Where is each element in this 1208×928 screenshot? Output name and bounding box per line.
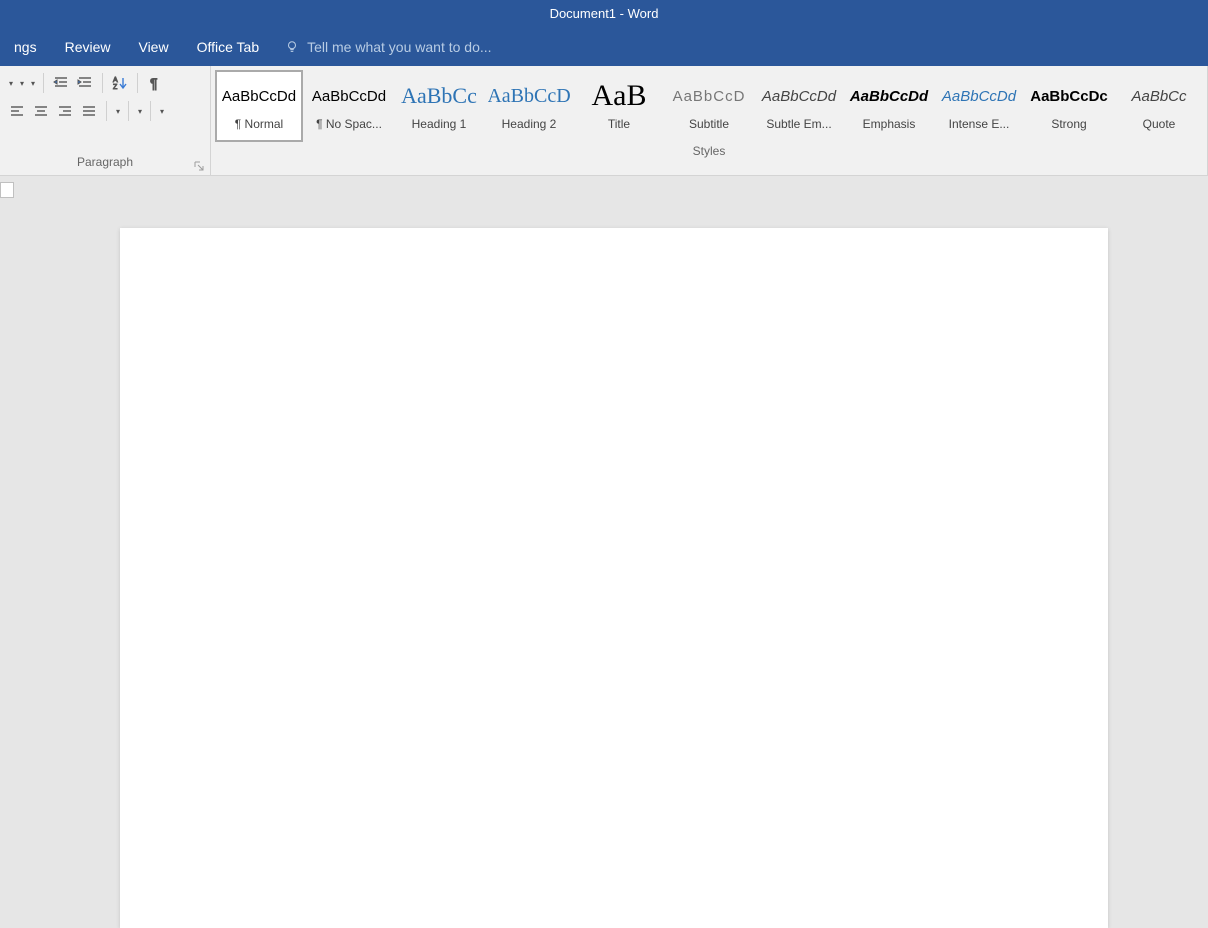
style-subtitle[interactable]: AaBbCcD Subtitle	[665, 70, 753, 142]
tab-office-tab[interactable]: Office Tab	[183, 27, 274, 66]
svg-text:¶: ¶	[150, 75, 158, 91]
align-left-button[interactable]	[6, 100, 28, 122]
page-canvas[interactable]	[120, 228, 1108, 928]
decrease-indent-button[interactable]	[50, 72, 72, 94]
paragraph-dialog-launcher[interactable]	[192, 159, 206, 173]
tell-me-placeholder: Tell me what you want to do...	[307, 39, 491, 55]
ribbon: ▾ 123▾ ▾ AZ ¶ ▾	[0, 66, 1208, 176]
style-normal[interactable]: AaBbCcDd ¶ Normal	[215, 70, 303, 142]
justify-button[interactable]	[78, 100, 100, 122]
style-intense-emphasis[interactable]: AaBbCcDd Intense E...	[935, 70, 1023, 142]
style-no-spacing[interactable]: AaBbCcDd ¶ No Spac...	[305, 70, 393, 142]
title-bar: Document1 - Word	[0, 0, 1208, 27]
svg-text:A: A	[113, 77, 118, 84]
group-styles: AaBbCcDd ¶ Normal AaBbCcDd ¶ No Spac... …	[211, 66, 1208, 175]
multilevel-list-button[interactable]: ▾	[28, 79, 37, 88]
bullets-button[interactable]: ▾	[6, 79, 15, 88]
svg-text:Z: Z	[113, 84, 118, 91]
tab-partial-ngs[interactable]: ngs	[0, 27, 51, 66]
style-heading-2[interactable]: AaBbCcD Heading 2	[485, 70, 573, 142]
document-area	[0, 198, 1208, 806]
line-spacing-button[interactable]: ▾	[113, 107, 122, 116]
group-label-styles: Styles	[211, 142, 1207, 164]
style-subtle-emphasis[interactable]: AaBbCcDd Subtle Em...	[755, 70, 843, 142]
style-strong[interactable]: AaBbCcDc Strong	[1025, 70, 1113, 142]
ribbon-tabs: ngs Review View Office Tab Tell me what …	[0, 27, 1208, 66]
ruler	[0, 176, 1208, 198]
tell-me-search[interactable]: Tell me what you want to do...	[285, 39, 491, 55]
group-label-paragraph: Paragraph	[0, 153, 210, 175]
style-heading-1[interactable]: AaBbCc Heading 1	[395, 70, 483, 142]
sort-button[interactable]: AZ	[109, 72, 131, 94]
show-hide-paragraph-button[interactable]: ¶	[144, 72, 166, 94]
group-paragraph: ▾ 123▾ ▾ AZ ¶ ▾	[0, 66, 211, 175]
lightbulb-icon	[285, 40, 299, 54]
shading-button[interactable]: ▾	[135, 107, 144, 116]
borders-button[interactable]: ▾	[157, 107, 166, 116]
numbering-button[interactable]: 123▾	[17, 79, 26, 88]
style-title[interactable]: AaB Title	[575, 70, 663, 142]
tab-view[interactable]: View	[124, 27, 182, 66]
style-quote[interactable]: AaBbCc Quote	[1115, 70, 1203, 142]
tab-review[interactable]: Review	[51, 27, 125, 66]
document-title: Document1 - Word	[550, 6, 659, 21]
align-right-button[interactable]	[54, 100, 76, 122]
align-center-button[interactable]	[30, 100, 52, 122]
increase-indent-button[interactable]	[74, 72, 96, 94]
style-emphasis[interactable]: AaBbCcDd Emphasis	[845, 70, 933, 142]
ruler-corner[interactable]	[0, 182, 14, 198]
